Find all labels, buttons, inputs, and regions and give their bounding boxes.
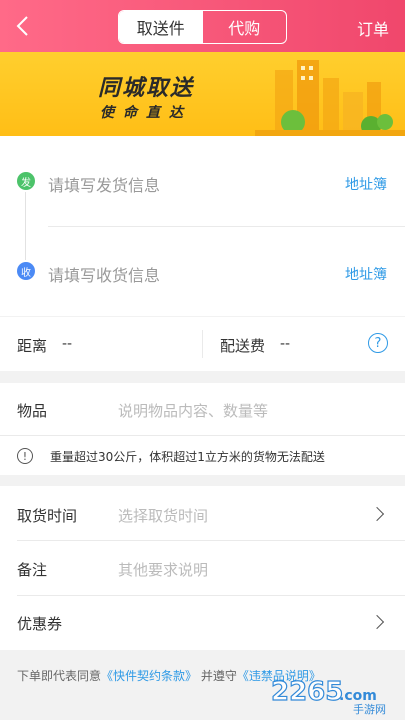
goods-label: 物品 (17, 402, 48, 420)
sender-badge: 发 (17, 172, 35, 190)
svg-text:2265: 2265 (271, 677, 343, 707)
site-watermark-logo: 2265 .com 手游网 (270, 676, 386, 716)
fee-value: -- (280, 336, 291, 352)
city-skyline-illustration (255, 60, 405, 136)
address-divider (48, 226, 405, 227)
weight-limit-notice: 重量超过30公斤，体积超过1立方米的货物无法配送 (50, 450, 325, 464)
distance-label: 距离 (17, 337, 48, 355)
receiver-badge: 收 (17, 262, 35, 280)
options-divider-2 (17, 595, 405, 596)
coupon-label[interactable]: 优惠券 (17, 613, 62, 634)
banner-title: 同城取送 (98, 76, 195, 101)
banner-subtitle: 使命直达 (100, 105, 192, 121)
options-divider-1 (17, 540, 405, 541)
distance-fee-divider (202, 330, 203, 358)
promo-banner[interactable]: 同城取送 使命直达 (0, 52, 405, 136)
receiver-info-field[interactable]: 请填写收货信息 (48, 262, 160, 286)
goods-divider (0, 435, 405, 436)
pickup-time-selector[interactable]: 选择取货时间 (118, 505, 208, 526)
agreement-middle: 并遵守 (200, 669, 237, 683)
back-arrow-icon[interactable] (12, 14, 36, 38)
sender-address-book-link[interactable]: 地址簿 (345, 174, 387, 194)
sender-info-field[interactable]: 请填写发货信息 (48, 172, 160, 196)
tab-pickup-delivery[interactable]: 取送件 (119, 11, 203, 43)
goods-description-field[interactable]: 说明物品内容、数量等 (118, 400, 268, 421)
svg-text:.com: .com (339, 688, 377, 704)
top-bar: 取送件 代购 订单 (0, 0, 405, 52)
agreement-prefix: 下单即代表同意 (17, 669, 102, 683)
route-connector (25, 192, 26, 260)
pickup-time-label: 取货时间 (17, 507, 78, 525)
remark-label: 备注 (17, 561, 48, 579)
help-question-icon[interactable]: ? (368, 333, 388, 353)
fee-label: 配送费 (220, 337, 266, 355)
warning-info-icon: ! (17, 448, 33, 464)
tab-purchase[interactable]: 代购 (203, 11, 287, 43)
svg-text:手游网: 手游网 (353, 702, 386, 716)
distance-value: -- (62, 336, 73, 352)
receiver-address-book-link[interactable]: 地址簿 (345, 264, 387, 284)
orders-link[interactable]: 订单 (357, 16, 389, 40)
mode-segmented-control: 取送件 代购 (118, 10, 287, 44)
terms-link[interactable]: 《快件契约条款》 (101, 669, 197, 683)
remark-field[interactable]: 其他要求说明 (118, 559, 208, 580)
